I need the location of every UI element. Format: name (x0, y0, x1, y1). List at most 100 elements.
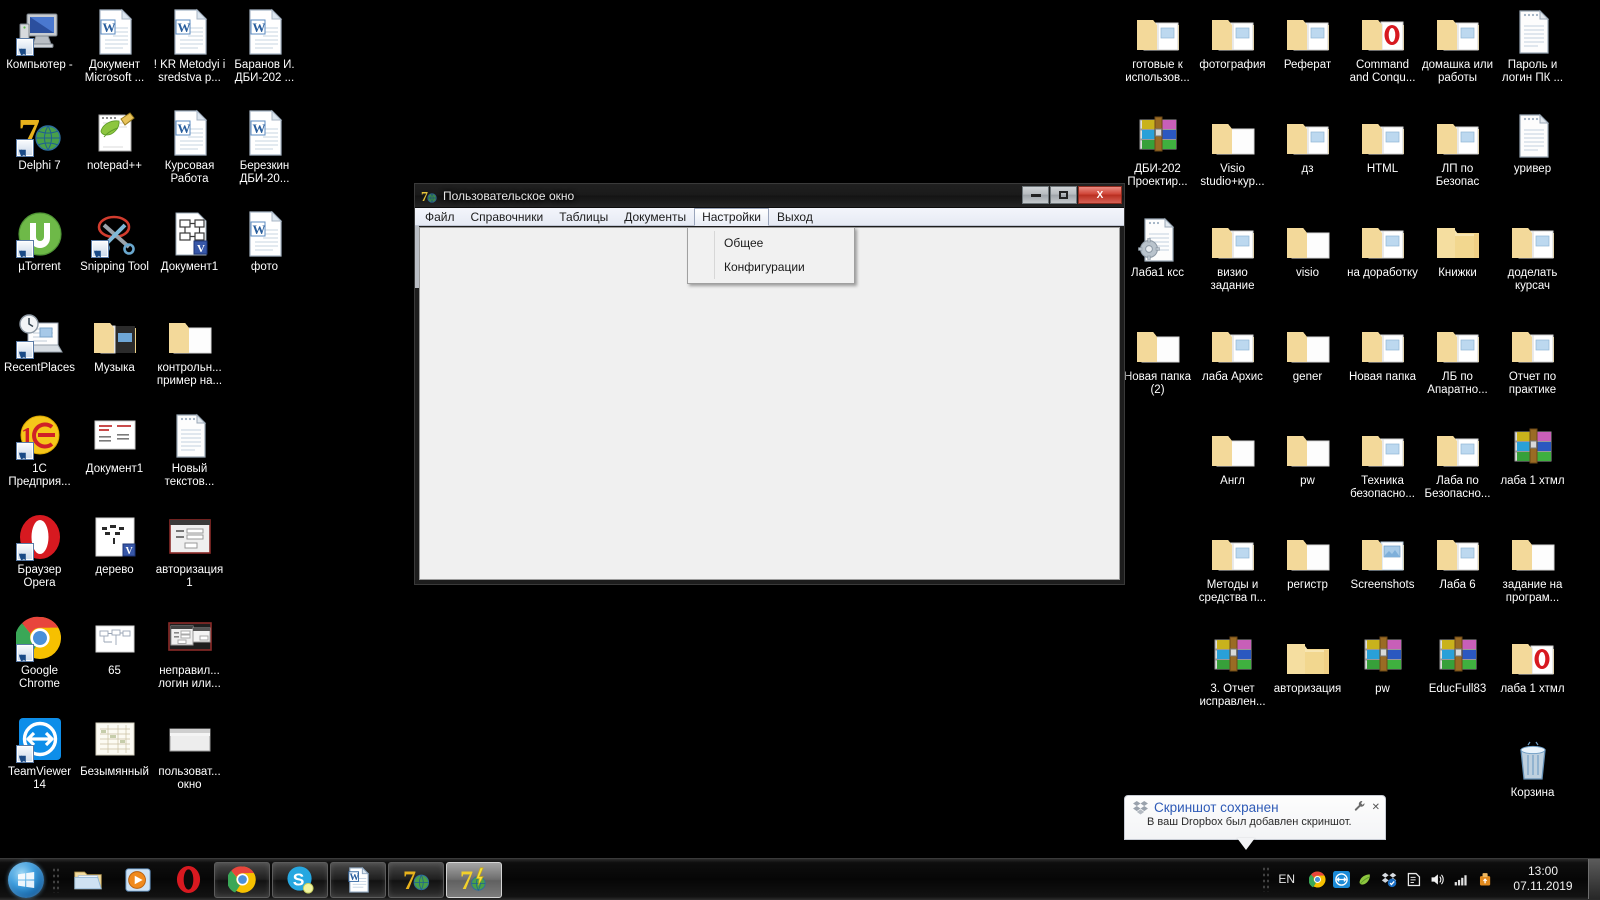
desktop-icon[interactable]: Visio studio+кур... (1195, 108, 1270, 212)
word-taskbar-button[interactable]: W (330, 861, 386, 898)
clock[interactable]: 13:00 07.11.2019 (1500, 864, 1586, 894)
desktop-icon[interactable]: неправил... логин или... (152, 610, 227, 711)
safely-remove-icon[interactable] (1477, 871, 1494, 888)
windows-media-player-icon[interactable] (114, 862, 162, 898)
taskbar-buttons[interactable]: S W 77 (214, 861, 502, 898)
desktop-icon[interactable]: фотография (1195, 4, 1270, 108)
desktop-icon[interactable]: Wфото (227, 206, 302, 307)
taskbar[interactable]: SW77 EN 13:00 07.11.2019 (0, 858, 1600, 900)
desktop-icon[interactable]: Новая папка (1345, 316, 1420, 420)
notification-tools[interactable]: ✕ (1354, 800, 1380, 815)
chrome-taskbar-button[interactable] (214, 861, 270, 898)
desktop-icon[interactable]: W Курсовая Работа (152, 105, 227, 206)
desktop-icon[interactable]: µTorrent (2, 206, 77, 307)
desktop-icon[interactable]: RecentPlaces (2, 307, 77, 408)
desktop-icon[interactable]: Книжки (1420, 212, 1495, 316)
show-desktop-button[interactable] (1588, 859, 1600, 899)
window-titlebar[interactable]: 7 Пользовательское окно X (415, 184, 1124, 208)
desktop-icon[interactable]: Лаба по Безопасно... (1420, 420, 1495, 524)
window-menubar[interactable]: Файл Справочники Таблицы Документы Настройки… (415, 208, 1124, 226)
desktop-icon[interactable]: Безымянный (77, 711, 152, 812)
desktop-icon[interactable]: ЛБ по Апаратно... (1420, 316, 1495, 420)
desktop-icon[interactable]: лаба 1 хтмл (1495, 628, 1570, 732)
desktop-icon[interactable]: gener (1270, 316, 1345, 420)
desktop-icon[interactable]: Лаба 6 (1420, 524, 1495, 628)
minimize-button[interactable] (1022, 186, 1049, 204)
close-button[interactable]: X (1078, 186, 1122, 204)
desktop-icon[interactable]: Англ (1195, 420, 1270, 524)
desktop-icon[interactable]: лаба Архис (1195, 316, 1270, 420)
desktop-icon[interactable]: Google Chrome (2, 610, 77, 711)
desktop-icon[interactable]: лаба 1 хтмл (1495, 420, 1570, 524)
dropbox-notification[interactable]: ✕ Скриншот сохранен В ваш Dropbox был до… (1124, 795, 1386, 840)
tray-icon-list[interactable] (1303, 870, 1500, 888)
window-controls[interactable]: X (1022, 186, 1122, 204)
desktop-icon[interactable]: готовые к использов... (1120, 4, 1195, 108)
menu-option-2[interactable]: Конфигурации (688, 255, 854, 279)
desktop-icon[interactable]: авторизация 1 (152, 509, 227, 610)
language-indicator[interactable]: EN (1270, 872, 1303, 886)
desktop-icon[interactable]: Новая папка (2) (1120, 316, 1195, 420)
maximize-button[interactable] (1050, 186, 1077, 204)
desktop-icon[interactable]: Реферат (1270, 4, 1345, 108)
desktop-icon[interactable]: Лаба1 ксс (1120, 212, 1195, 316)
desktop-icon[interactable]: V Документ1 (152, 206, 227, 307)
desktop-icon[interactable]: Методы и средства п... (1195, 524, 1270, 628)
desktop-icon[interactable]: Новый текстов... (152, 408, 227, 509)
desktop-icon[interactable]: Command and Conqu... (1345, 4, 1420, 108)
desktop-icon[interactable]: Техника безопасно... (1345, 420, 1420, 524)
system-tray[interactable]: EN 13:00 07.11.2019 (1262, 858, 1600, 900)
action-center-icon[interactable] (1405, 871, 1422, 888)
teamviewer-tray-icon[interactable] (1333, 870, 1350, 888)
desktop-icon[interactable]: задание на програм... (1495, 524, 1570, 628)
desktop-icon[interactable]: Отчет по практике (1495, 316, 1570, 420)
desktop-icon[interactable]: доделать курсач (1495, 212, 1570, 316)
desktop-icon[interactable]: Screenshots (1345, 524, 1420, 628)
desktop-icon[interactable]: W Документ Microsoft ... (77, 4, 152, 105)
desktop-icon[interactable]: авторизация (1270, 628, 1345, 732)
desktop-icon[interactable]: 65 (77, 610, 152, 711)
desktop-icon[interactable]: 1 1С Предприя... (2, 408, 77, 509)
desktop-icon[interactable]: Корзина (1495, 732, 1570, 836)
desktop-icon[interactable]: регистр (1270, 524, 1345, 628)
desktop-icon[interactable]: уривер (1495, 108, 1570, 212)
settings-dropdown-menu[interactable]: Общее Конфигурации (687, 227, 855, 284)
menu-item-4[interactable]: Документы (616, 208, 694, 225)
desktop-icon[interactable]: Документ1 (77, 408, 152, 509)
desktop-icon[interactable]: 7 Delphi 7 (2, 105, 77, 206)
tray-handle[interactable] (1262, 866, 1271, 892)
skype-taskbar-button[interactable]: S (272, 861, 328, 898)
desktop-icon[interactable]: пользоват... окно (152, 711, 227, 812)
desktop-icon[interactable]: visio (1270, 212, 1345, 316)
desktop-icon[interactable]: Музыка (77, 307, 152, 408)
desktop-icon[interactable]: TeamViewer 14 (2, 711, 77, 812)
menu-option-1[interactable]: Общее (688, 231, 854, 255)
close-icon[interactable]: ✕ (1372, 802, 1380, 813)
menu-item-6[interactable]: Выход (769, 208, 821, 225)
delphi7-taskbar-button[interactable]: 7 (388, 861, 444, 898)
desktop-icon[interactable]: 3. Отчет исправлен... (1195, 628, 1270, 732)
menu-item-5[interactable]: Настройки (694, 208, 769, 226)
menu-item-1[interactable]: Файл (417, 208, 463, 225)
desktop-icon[interactable]: Vдерево (77, 509, 152, 610)
delphi7-app-taskbar-button[interactable]: 7 (446, 861, 502, 898)
network-icon[interactable] (1453, 871, 1470, 888)
desktop-icon[interactable]: дз (1270, 108, 1345, 212)
desktop-icon[interactable]: домашка или работы (1420, 4, 1495, 108)
opera-icon[interactable] (164, 862, 212, 898)
notepadpp-tray-icon[interactable] (1357, 871, 1374, 888)
menu-item-2[interactable]: Справочники (463, 208, 552, 225)
quick-launch-bar[interactable] (64, 862, 212, 898)
chrome-tray-icon[interactable] (1308, 871, 1326, 888)
desktop-icon[interactable]: Браузер Opera (2, 509, 77, 610)
desktop-icon[interactable]: Snipping Tool (77, 206, 152, 307)
menu-item-3[interactable]: Таблицы (551, 208, 616, 225)
desktop-icon[interactable]: pw (1345, 628, 1420, 732)
dropbox-tray-icon[interactable] (1381, 871, 1398, 888)
desktop-icon[interactable]: W ! KR Metodyi i sredstva p... (152, 4, 227, 105)
user-window[interactable]: 7 Пользовательское окно X Файл Справочник… (414, 183, 1125, 585)
desktop-icon[interactable]: W Березкин ДБИ-20... (227, 105, 302, 206)
desktop-icon[interactable]: визио задание (1195, 212, 1270, 316)
desktop-icon[interactable]: контрольн... пример на... (152, 307, 227, 408)
desktop-icon[interactable]: на доработку (1345, 212, 1420, 316)
